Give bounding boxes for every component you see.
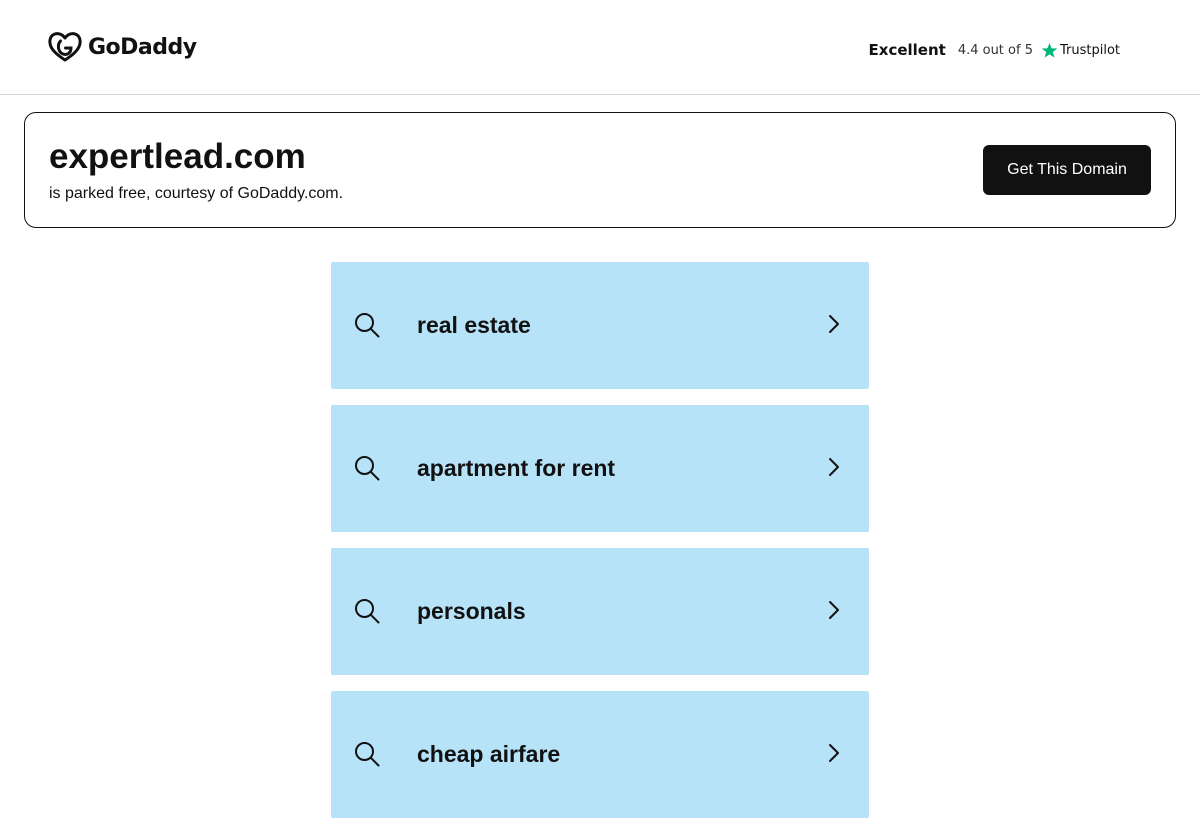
rating-score: 4.4 out of 5 xyxy=(957,42,1033,58)
chevron-right-icon xyxy=(829,458,839,476)
trustpilot-wordmark: Trustpilot xyxy=(1059,42,1120,58)
related-link-label: personals xyxy=(417,598,526,624)
godaddy-logo[interactable]: GoDaddy xyxy=(48,31,197,63)
get-this-domain-button[interactable]: Get This Domain xyxy=(983,145,1151,195)
rating-word: Excellent xyxy=(868,41,946,59)
chevron-right-icon xyxy=(829,601,839,619)
search-icon xyxy=(355,313,380,338)
chevron-right-icon xyxy=(829,315,839,333)
star-icon xyxy=(1041,42,1058,58)
top-bar: GoDaddy Excellent 4.4 out of 5 Trustpilo… xyxy=(0,0,1200,95)
trustpilot-rating[interactable]: Excellent 4.4 out of 5 Trustpilot xyxy=(869,41,1120,59)
domain-card: expertlead.com is parked free, courtesy … xyxy=(24,112,1176,228)
parked-notice: is parked free, courtesy of GoDaddy.com. xyxy=(49,185,344,202)
related-link-label: apartment for rent xyxy=(417,455,616,481)
search-icon xyxy=(355,456,380,481)
godaddy-logo-icon xyxy=(48,32,82,62)
logo-wordmark: GoDaddy xyxy=(88,34,197,60)
chevron-right-icon xyxy=(829,744,839,762)
search-icon xyxy=(355,742,380,767)
related-link-real-estate[interactable]: real estate xyxy=(331,262,869,389)
related-link-apartment-for-rent[interactable]: apartment for rent xyxy=(331,405,869,532)
related-link-cheap-airfare[interactable]: cheap airfare xyxy=(331,691,869,818)
search-icon xyxy=(355,599,380,624)
related-link-label: cheap airfare xyxy=(417,741,561,767)
related-link-label: real estate xyxy=(417,312,531,338)
domain-name: expertlead.com xyxy=(49,137,306,176)
related-links: real estate apartment for rent personals… xyxy=(331,262,869,834)
related-link-personals[interactable]: personals xyxy=(331,548,869,675)
